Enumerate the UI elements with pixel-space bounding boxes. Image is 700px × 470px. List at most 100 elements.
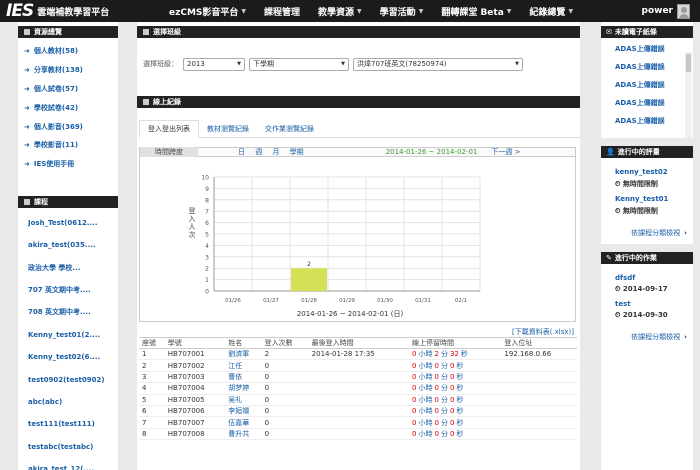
course-item[interactable]: 707 英文期中考.... <box>28 279 118 301</box>
homework-name[interactable]: test <box>615 300 693 308</box>
arrow-right-icon: ➜ <box>24 47 30 56</box>
student-name-link[interactable]: 吴礼 <box>228 396 242 404</box>
chevron-down-icon: ▼ <box>506 7 512 15</box>
course-item[interactable]: Kenny_test02(6.... <box>28 346 118 368</box>
student-name-link[interactable]: 曹依 <box>228 373 242 381</box>
message-item[interactable]: ADAS上傳錯誤 <box>615 94 693 112</box>
scroll-thumb[interactable] <box>686 54 691 72</box>
resource-item[interactable]: ➜ IES使用手冊 <box>24 155 118 174</box>
student-id-cell: HB707006 <box>164 405 226 418</box>
download-link[interactable]: [下載資料表(.xlsx)] <box>137 327 580 337</box>
tab-1[interactable]: 教材瀏覽紀錄 <box>199 120 257 137</box>
duration-m-value: 0 <box>434 384 439 393</box>
eval-name[interactable]: kenny_test02 <box>615 168 693 176</box>
student-name-link[interactable]: 劉濟軍 <box>228 350 249 358</box>
class-selector-row: 選擇班級： 2013 ▼ 下學期 ▼ 洪煒707班英文(78250974) ▼ <box>137 38 580 74</box>
period-modes[interactable]: 日 週 月 學期 <box>238 147 304 157</box>
nav-item-label: 教學資源 <box>318 7 355 18</box>
login-count-cell: 0 <box>261 371 309 384</box>
courses-header: 課程 <box>18 195 118 208</box>
course-item[interactable]: akira_test_12(.... <box>28 458 118 470</box>
homework-date: ⏲ 2014-09-30 <box>615 311 693 320</box>
tab-2[interactable]: 交作業瀏覽紀錄 <box>257 120 322 137</box>
nav-item-0[interactable]: ezCMS影音平台 ▼ <box>160 0 255 22</box>
x-tick-label: 01/27 <box>263 298 279 304</box>
table-row: 5 HB707005 吴礼 0 0 小時 0 分 0 秒 <box>139 394 577 406</box>
eval-name[interactable]: Kenny_test01 <box>615 195 693 203</box>
student-name-link[interactable]: 江任 <box>228 362 242 370</box>
course-item[interactable]: 政治大學 學校... <box>28 256 118 278</box>
nav-item-5[interactable]: 紀錄總覽 ▼ <box>520 0 582 22</box>
next-week-link[interactable]: 下一週 > <box>491 147 520 157</box>
year-select[interactable]: 2013 ▼ <box>183 57 245 71</box>
course-item[interactable]: testabc(testabc) <box>28 435 118 457</box>
chevron-down-icon: ▼ <box>357 7 362 15</box>
homework-list: dfsdf ⏲ 2014-09-17 test ⏲ 2014-09-30 <box>601 264 693 320</box>
last-login-cell: 2014-01-28 17:35 <box>308 348 409 361</box>
term-select[interactable]: 下學期 ▼ <box>249 57 349 71</box>
message-item[interactable]: ADAS上傳錯誤 <box>615 76 693 94</box>
message-item[interactable]: ADAS上傳錯誤 <box>615 58 693 76</box>
logo[interactable]: IES 雲端補教學習平台 <box>0 0 160 22</box>
nav-item-2[interactable]: 教學資源 ▼ <box>309 0 371 22</box>
course-item[interactable]: Kenny_test01(2.... <box>28 324 118 346</box>
course-item[interactable]: abc(abc) <box>28 391 118 413</box>
homework-date-label: 2014-09-30 <box>622 311 668 319</box>
student-name-link[interactable]: 胡梦婷 <box>228 384 249 392</box>
class-value: 洪煒707班英文(78250974) <box>357 60 447 68</box>
y-axis-label-char: 入 <box>189 215 196 223</box>
course-item[interactable]: test0902(test0902) <box>28 368 118 390</box>
nav-item-3[interactable]: 學習活動 ▼ <box>371 0 433 22</box>
column-header: 登入位址 <box>501 337 577 349</box>
user-name: power <box>641 6 673 16</box>
select-class-header: 選擇班級 <box>137 26 580 38</box>
chart-bar[interactable] <box>291 268 327 291</box>
last-login-cell <box>308 416 409 429</box>
resource-item[interactable]: ➜ 學校試卷(42) <box>24 98 118 117</box>
nav-item-1[interactable]: 課程管理 <box>255 0 309 22</box>
login-count-cell: 2 <box>261 348 309 361</box>
resource-item[interactable]: ➜ 分享教材(138) <box>24 61 118 80</box>
avatar[interactable] <box>677 3 690 19</box>
message-item[interactable]: ADAS上傳錯誤 <box>615 112 693 130</box>
message-item[interactable]: ADAS上傳錯誤 <box>615 40 693 58</box>
user-menu[interactable]: power <box>641 3 700 19</box>
course-item[interactable]: 708 英文期中考.... <box>28 301 118 323</box>
student-id-cell: HB707004 <box>164 382 226 395</box>
last-login-cell <box>308 428 409 441</box>
duration-m-unit: 分 <box>440 407 448 416</box>
resource-item[interactable]: ➜ 學校影音(11) <box>24 136 118 155</box>
duration-h-unit: 小時 <box>418 429 433 438</box>
messages-scrollbar[interactable] <box>685 52 692 138</box>
resource-item[interactable]: ➜ 個人試卷(57) <box>24 80 118 99</box>
user-icon: 👤 <box>606 148 615 156</box>
duration-s-unit: 秒 <box>456 384 464 393</box>
homework-name[interactable]: dfsdf <box>615 274 693 282</box>
last-login-cell <box>308 394 409 406</box>
last-login-cell <box>308 405 409 418</box>
duration-h-value: 0 <box>412 372 417 381</box>
homework-more-link[interactable]: 依課程分類檢視 › <box>601 332 693 342</box>
list-icon <box>143 99 149 105</box>
main-content: 選擇班級 選擇班級： 2013 ▼ 下學期 ▼ 洪煒707班英文(78250974)… <box>137 22 580 470</box>
resource-item[interactable]: ➜ 個人教材(58) <box>24 42 118 61</box>
student-name-link[interactable]: 曹升共 <box>228 430 249 438</box>
nav-item-4[interactable]: 翻轉課堂 Beta ▼ <box>432 0 520 22</box>
resource-label: 學校試卷(42) <box>33 103 79 112</box>
class-select[interactable]: 洪煒707班英文(78250974) ▼ <box>353 57 523 71</box>
eval-more-link[interactable]: 依課程分類檢視 › <box>601 228 693 238</box>
tab-0[interactable]: 登入登出列表 <box>139 120 199 138</box>
resource-item[interactable]: ➜ 個人影音(369) <box>24 117 118 136</box>
name-cell: 江任 <box>225 359 262 372</box>
column-header: 登入次數 <box>261 337 309 349</box>
ip-cell <box>501 405 577 418</box>
list-icon <box>143 29 149 35</box>
login-count-cell: 0 <box>261 359 309 372</box>
course-item[interactable]: akira_test(035.... <box>28 234 118 256</box>
resource-label: 個人影音(369) <box>33 122 83 131</box>
duration-h-unit: 小時 <box>418 372 433 381</box>
student-name-link[interactable]: 伍嘉華 <box>228 419 249 427</box>
student-name-link[interactable]: 李姮嬛 <box>228 407 249 415</box>
course-item[interactable]: test111(test111) <box>28 413 118 435</box>
course-item[interactable]: Josh_Test(0612.... <box>28 212 118 234</box>
